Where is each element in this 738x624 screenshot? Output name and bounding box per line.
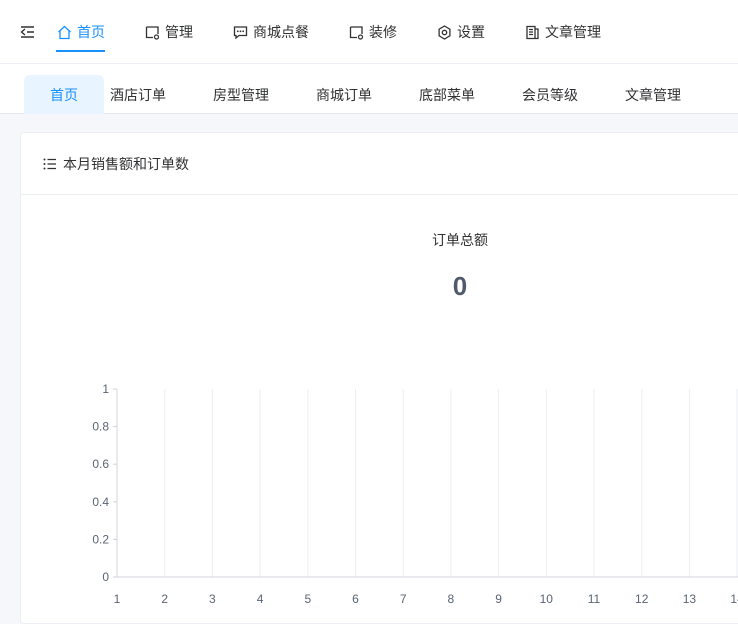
nav-item-label: 设置 bbox=[457, 24, 485, 40]
tab-mall-orders[interactable]: 商城订单 bbox=[309, 75, 379, 114]
nav-item-manage[interactable]: 管理 bbox=[144, 0, 193, 64]
nav-item-label: 首页 bbox=[77, 24, 105, 40]
nav-item-label: 文章管理 bbox=[545, 24, 601, 40]
y-tick-label: 0.6 bbox=[92, 457, 109, 471]
tab-bottom-menu[interactable]: 底部菜单 bbox=[412, 75, 482, 114]
x-tick-label: 1 bbox=[114, 592, 121, 606]
x-tick-label: 13 bbox=[683, 592, 697, 606]
home-icon bbox=[56, 24, 72, 40]
tab-home[interactable]: 首页 bbox=[24, 75, 104, 114]
nav-item-settings[interactable]: 设置 bbox=[436, 0, 485, 64]
x-tick-label: 7 bbox=[400, 592, 407, 606]
tab-room-types[interactable]: 房型管理 bbox=[206, 75, 276, 114]
nav-item-decor[interactable]: 装修 bbox=[348, 0, 397, 64]
manage-icon bbox=[144, 24, 160, 40]
nav-item-mall-order[interactable]: 商城点餐 bbox=[232, 0, 309, 64]
x-tick-label: 14 bbox=[730, 592, 738, 606]
y-tick-label: 0.4 bbox=[92, 495, 109, 509]
chat-icon bbox=[232, 24, 248, 40]
y-tick-label: 0.8 bbox=[92, 420, 109, 434]
x-tick-label: 9 bbox=[495, 592, 502, 606]
top-navbar: 首页 管理 商城点餐 装修 设置 文章管理 bbox=[0, 0, 738, 64]
x-tick-label: 4 bbox=[257, 592, 264, 606]
nav-item-label: 装修 bbox=[369, 24, 397, 40]
collapse-menu-icon[interactable] bbox=[20, 22, 36, 42]
sales-card: 本月销售额和订单数 订单总额 0 0 0.2 0.4 0.6 0.8 1 1 2 3 4 5 6 7 8 9… bbox=[20, 132, 738, 624]
nav-item-articles[interactable]: 文章管理 bbox=[524, 0, 601, 64]
tab-articles[interactable]: 文章管理 bbox=[618, 75, 688, 114]
x-tick-label: 3 bbox=[209, 592, 216, 606]
nav-item-label: 商城点餐 bbox=[253, 24, 309, 40]
tab-member-levels[interactable]: 会员等级 bbox=[515, 75, 585, 114]
gear-icon bbox=[436, 24, 452, 40]
tabs-bar: 首页 酒店订单 房型管理 商城订单 底部菜单 会员等级 文章管理 bbox=[0, 64, 738, 114]
tab-hotel-orders[interactable]: 酒店订单 bbox=[104, 75, 172, 114]
x-tick-label: 8 bbox=[448, 592, 455, 606]
document-icon bbox=[524, 24, 540, 40]
y-tick-label: 0 bbox=[102, 570, 109, 584]
nav-item-home[interactable]: 首页 bbox=[56, 0, 105, 64]
sales-chart: 00.20.40.60.811234567891011121314 bbox=[92, 382, 738, 606]
nav-item-label: 管理 bbox=[165, 24, 193, 40]
x-tick-label: 12 bbox=[635, 592, 649, 606]
x-tick-label: 11 bbox=[588, 592, 601, 606]
x-tick-label: 2 bbox=[161, 592, 168, 606]
x-tick-label: 10 bbox=[540, 592, 554, 606]
y-tick-label: 1 bbox=[102, 382, 109, 396]
decor-icon bbox=[348, 24, 364, 40]
y-tick-label: 0.2 bbox=[92, 532, 109, 546]
x-tick-label: 6 bbox=[352, 592, 359, 606]
x-tick-label: 5 bbox=[304, 592, 311, 606]
